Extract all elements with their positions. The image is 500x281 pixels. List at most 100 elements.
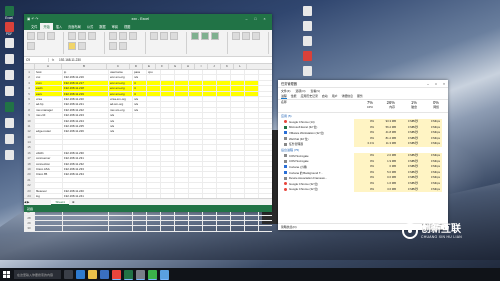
cell[interactable]: enc-sm-org [109,75,133,80]
cell[interactable] [133,113,147,118]
cell[interactable] [175,96,189,102]
cell[interactable] [189,215,203,220]
cell[interactable] [147,177,161,183]
cell[interactable] [217,220,231,226]
row-header[interactable]: 14 [24,140,35,145]
column-header-metric[interactable]: 7% CPU [353,100,375,112]
cell[interactable]: 192.168.11.231 [63,156,109,161]
cell[interactable] [217,75,231,80]
cell[interactable] [217,226,231,231]
cell[interactable] [133,134,147,140]
cell[interactable] [161,188,175,193]
excel-icon[interactable] [124,269,133,280]
cell[interactable] [133,150,147,156]
cell[interactable] [63,215,109,220]
column-header-name[interactable]: 名称 [278,100,353,112]
row-header[interactable]: 6 [24,96,35,102]
cell[interactable]: nsx-manager [35,107,63,113]
cell[interactable] [109,220,133,226]
cell[interactable] [161,150,175,156]
cell[interactable] [133,140,147,145]
comma-icon[interactable] [170,32,178,40]
cell[interactable] [203,70,217,75]
cell[interactable] [245,215,259,220]
tab[interactable]: 服务 [357,94,363,98]
cell[interactable] [189,118,203,123]
cell[interactable] [133,156,147,161]
cell[interactable] [231,140,245,145]
desktop-icon[interactable] [2,38,16,49]
desktop-icon[interactable] [2,118,16,129]
cell[interactable] [189,91,203,96]
excel-title-bar[interactable]: ▣ ↶ ↷ xxx - Excel – □ × [24,14,272,23]
cell[interactable] [203,75,217,80]
merge-icon[interactable] [119,42,127,50]
cell[interactable] [231,188,245,193]
cell[interactable] [245,70,259,75]
row-header[interactable]: 9 [24,113,35,118]
cell[interactable]: n/a [109,118,133,123]
close-icon[interactable]: × [260,17,269,21]
ribbon-tab[interactable]: 开始 [40,23,53,30]
row-header[interactable]: 2 [24,75,35,80]
cell[interactable] [175,70,189,75]
cell[interactable] [217,134,231,140]
cell[interactable] [175,118,189,123]
row-header[interactable]: 20 [24,172,35,177]
cell[interactable] [231,134,245,140]
cell[interactable] [189,156,203,161]
cell[interactable] [175,167,189,172]
cell[interactable] [161,220,175,226]
cell[interactable] [189,220,203,226]
maximize-icon[interactable]: □ [432,82,440,86]
ribbon-tab[interactable]: 文件 [28,23,40,30]
cell[interactable] [245,80,259,86]
cell[interactable] [63,145,109,150]
cell[interactable] [217,188,231,193]
cell[interactable] [245,134,259,140]
cell[interactable] [133,118,147,123]
cell[interactable] [35,183,63,188]
tab[interactable]: 性能 [291,94,297,98]
minimize-icon[interactable]: – [242,17,251,21]
desktop-icon[interactable] [2,102,16,113]
menu-item[interactable]: 选项(O) [295,89,305,93]
cell[interactable] [35,220,63,226]
column-header[interactable]: J [208,64,221,69]
format-icon[interactable] [252,32,260,40]
cell[interactable] [109,140,133,145]
cell[interactable] [189,145,203,150]
cell[interactable] [217,183,231,188]
cell[interactable] [161,123,175,129]
cell[interactable] [175,107,189,113]
cell[interactable]: nsx-ctrl [35,113,63,118]
cell[interactable] [175,161,189,167]
cell[interactable]: n/a [133,75,147,80]
cell[interactable] [147,145,161,150]
vmware-icon[interactable] [136,269,145,280]
cell[interactable]: n/a [109,123,133,129]
cell[interactable] [109,177,133,183]
cell[interactable] [109,134,133,140]
cell[interactable] [147,150,161,156]
conditional-format-icon[interactable] [191,32,199,40]
cell[interactable] [35,140,63,145]
cell[interactable] [203,226,217,231]
cell[interactable] [133,220,147,226]
chrome-icon[interactable] [112,269,121,280]
ribbon-tab[interactable]: 插入 [53,23,65,30]
cell[interactable] [245,96,259,102]
cell[interactable] [147,80,161,86]
cell[interactable] [35,226,63,231]
cell[interactable]: 192.168.11.217 [63,80,109,86]
desktop-icon[interactable] [300,36,314,47]
cell[interactable] [35,123,63,129]
cell[interactable] [189,177,203,183]
cell[interactable] [231,91,245,96]
cell[interactable]: connserver [35,156,63,161]
cell[interactable] [245,145,259,150]
cell[interactable] [161,102,175,107]
cell[interactable]: 192.168.11.221 [63,102,109,107]
name-box[interactable]: C9 [24,58,49,62]
cell[interactable] [133,123,147,129]
